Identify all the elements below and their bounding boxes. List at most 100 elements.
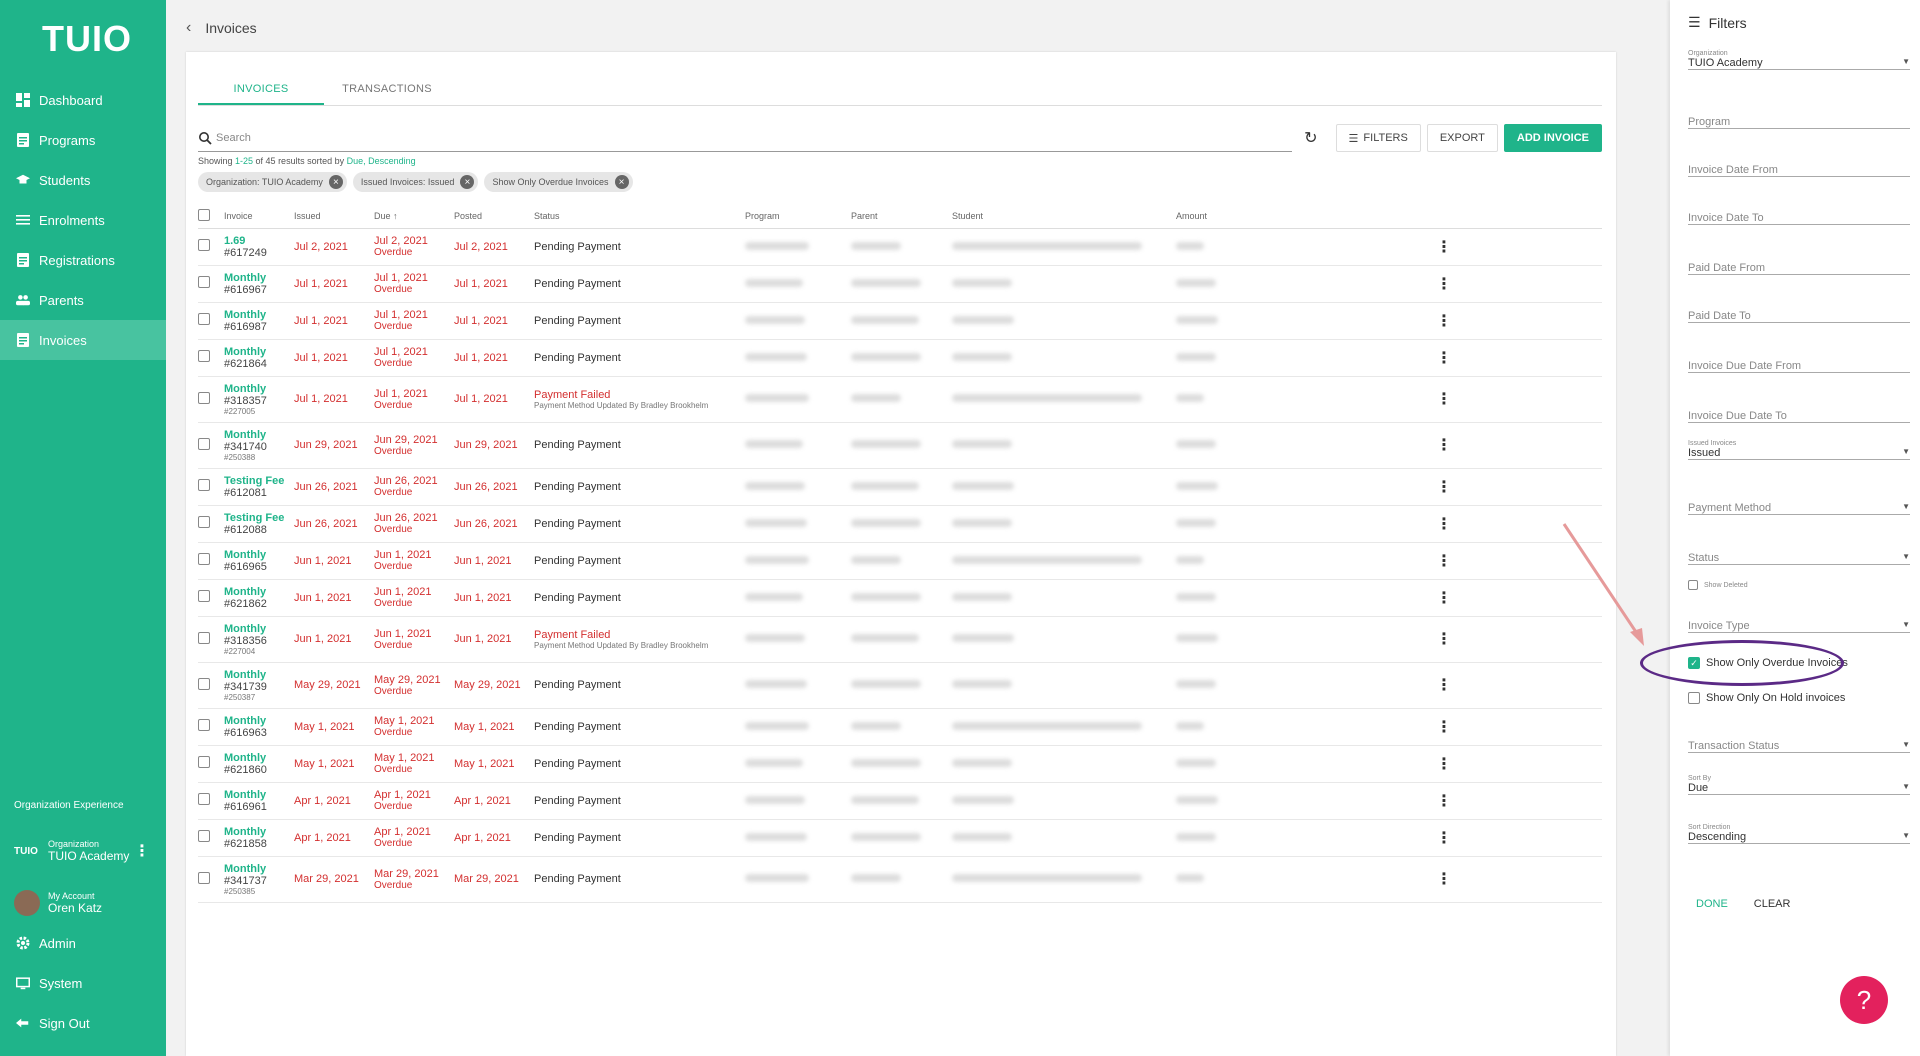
org-menu-icon[interactable]: ⋮	[134, 841, 150, 861]
invoice-type[interactable]: Monthly	[224, 623, 294, 635]
invoice-cell[interactable]: Testing Fee #612088	[224, 505, 294, 543]
due-date-to-field[interactable]: Invoice Due Date To	[1688, 410, 1910, 423]
export-button[interactable]: EXPORT	[1426, 124, 1498, 152]
show-on-hold-toggle[interactable]: Show Only On Hold invoices	[1688, 692, 1845, 704]
row-menu-icon[interactable]: ⋮	[1436, 276, 1452, 293]
row-menu-icon[interactable]: ⋮	[1436, 437, 1452, 454]
tab-transactions[interactable]: TRANSACTIONS	[324, 70, 450, 105]
paid-date-from-field[interactable]: Paid Date From	[1688, 262, 1910, 275]
row-menu-icon[interactable]: ⋮	[1436, 756, 1452, 773]
invoice-type[interactable]: Monthly	[224, 669, 294, 681]
row-checkbox[interactable]	[198, 830, 210, 842]
refresh-icon[interactable]: ↻	[1304, 128, 1317, 148]
row-menu-icon[interactable]: ⋮	[1436, 677, 1452, 694]
row-checkbox[interactable]	[198, 553, 210, 565]
invoice-type[interactable]: Monthly	[224, 715, 294, 727]
invoice-cell[interactable]: Monthly #621858	[224, 819, 294, 857]
sidebar-item-enrolments[interactable]: Enrolments	[0, 200, 166, 240]
invoice-cell[interactable]: Monthly #621864	[224, 339, 294, 377]
invoice-type[interactable]: Testing Fee	[224, 512, 294, 524]
row-checkbox[interactable]	[198, 239, 210, 251]
table-row[interactable]: Monthly #341739 #250387 May 29, 2021 May 29,…	[198, 662, 1602, 709]
invoice-cell[interactable]: Monthly #616967	[224, 265, 294, 303]
paid-date-to-field[interactable]: Paid Date To	[1688, 310, 1910, 323]
row-checkbox[interactable]	[198, 756, 210, 768]
invoice-cell[interactable]: Monthly #616965	[224, 542, 294, 580]
table-row[interactable]: Monthly #341740 #250388 Jun 29, 2021 Jun 29,…	[198, 422, 1602, 469]
col-posted[interactable]: Posted	[454, 204, 534, 229]
sidebar-item-programs[interactable]: Programs	[0, 120, 166, 160]
sidebar-item-invoices[interactable]: Invoices	[0, 320, 166, 360]
col-invoice[interactable]: Invoice	[224, 204, 294, 229]
row-menu-icon[interactable]: ⋮	[1436, 553, 1452, 570]
sidebar-item-parents[interactable]: Parents	[0, 280, 166, 320]
row-checkbox[interactable]	[198, 677, 210, 690]
row-checkbox[interactable]	[198, 719, 210, 731]
invoice-cell[interactable]: Monthly #318357 #227005	[224, 376, 294, 423]
invoice-type[interactable]: Monthly	[224, 586, 294, 598]
table-row[interactable]: Monthly #621858 Apr 1, 2021 Apr 1, 2021 Over…	[198, 819, 1602, 857]
organization-select[interactable]: Organization TUIO Academy ▼	[1688, 50, 1910, 70]
show-deleted-checkbox[interactable]	[1688, 580, 1698, 590]
invoice-type[interactable]: Monthly	[224, 826, 294, 838]
table-row[interactable]: Monthly #341737 #250385 Mar 29, 2021 Mar 29,…	[198, 856, 1602, 903]
invoice-cell[interactable]: Monthly #341739 #250387	[224, 662, 294, 709]
invoice-cell[interactable]: Monthly #318356 #227004	[224, 616, 294, 663]
org-switcher[interactable]: TUIO Organization TUIO Academy ⋮	[0, 829, 166, 873]
invoice-type[interactable]: Monthly	[224, 346, 294, 358]
remove-chip-icon[interactable]: ×	[460, 175, 475, 189]
invoice-date-from-field[interactable]: Invoice Date From	[1688, 164, 1910, 177]
invoice-cell[interactable]: Monthly #616961	[224, 782, 294, 820]
table-row[interactable]: Monthly #621864 Jul 1, 2021 Jul 1, 2021 Over…	[198, 339, 1602, 377]
table-row[interactable]: Monthly #616987 Jul 1, 2021 Jul 1, 2021 Over…	[198, 302, 1602, 340]
invoice-cell[interactable]: Monthly #341737 #250385	[224, 856, 294, 903]
invoice-type[interactable]: Testing Fee	[224, 475, 294, 487]
done-button[interactable]: DONE	[1696, 898, 1728, 910]
table-row[interactable]: Testing Fee #612088 Jun 26, 2021 Jun 26, 20…	[198, 505, 1602, 543]
invoice-type[interactable]: Monthly	[224, 309, 294, 321]
invoice-type-select[interactable]: Invoice Type ▼	[1688, 620, 1910, 633]
row-checkbox[interactable]	[198, 590, 210, 602]
row-checkbox[interactable]	[198, 437, 210, 450]
issued-invoices-select[interactable]: Issued Invoices Issued ▼	[1688, 440, 1910, 460]
row-menu-icon[interactable]: ⋮	[1436, 830, 1452, 847]
col-due[interactable]: Due ↑	[374, 204, 454, 229]
table-row[interactable]: Monthly #621860 May 1, 2021 May 1, 2021 Over…	[198, 745, 1602, 783]
row-menu-icon[interactable]: ⋮	[1436, 479, 1452, 496]
row-menu-icon[interactable]: ⋮	[1436, 391, 1452, 408]
invoice-type[interactable]: Monthly	[224, 549, 294, 561]
row-menu-icon[interactable]: ⋮	[1436, 871, 1452, 888]
remove-chip-icon[interactable]: ×	[614, 175, 629, 189]
invoice-type[interactable]: Monthly	[224, 272, 294, 284]
my-account[interactable]: My Account Oren Katz	[0, 881, 166, 925]
invoice-cell[interactable]: Monthly #621860	[224, 745, 294, 783]
table-row[interactable]: Monthly #616961 Apr 1, 2021 Apr 1, 2021 Over…	[198, 782, 1602, 820]
col-issued[interactable]: Issued	[294, 204, 374, 229]
invoice-type[interactable]: Monthly	[224, 383, 294, 395]
col-parent[interactable]: Parent	[851, 204, 952, 229]
row-checkbox[interactable]	[198, 631, 210, 644]
table-row[interactable]: Monthly #616965 Jun 1, 2021 Jun 1, 2021 Over…	[198, 542, 1602, 580]
row-menu-icon[interactable]: ⋮	[1436, 516, 1452, 533]
program-field[interactable]: Program	[1688, 116, 1910, 129]
filters-button[interactable]: ☰ FILTERS	[1335, 124, 1421, 152]
payment-method-select[interactable]: Payment Method ▼	[1688, 502, 1910, 515]
invoice-date-to-field[interactable]: Invoice Date To	[1688, 212, 1910, 225]
remove-chip-icon[interactable]: ×	[328, 175, 343, 189]
row-checkbox[interactable]	[198, 516, 210, 528]
sidebar-bottom-item-sign-out[interactable]: Sign Out	[0, 1003, 166, 1043]
col-status[interactable]: Status	[534, 204, 745, 229]
col-amount[interactable]: Amount	[1176, 204, 1286, 229]
row-checkbox[interactable]	[198, 276, 210, 288]
invoice-type[interactable]: Monthly	[224, 789, 294, 801]
sidebar-item-registrations[interactable]: Registrations	[0, 240, 166, 280]
row-checkbox[interactable]	[198, 793, 210, 805]
row-checkbox[interactable]	[198, 479, 210, 491]
col-program[interactable]: Program	[745, 204, 851, 229]
help-button[interactable]: ?	[1840, 976, 1888, 1024]
invoice-cell[interactable]: Monthly #616987	[224, 302, 294, 340]
back-arrow-icon[interactable]: ‹	[186, 19, 191, 37]
invoice-cell[interactable]: Testing Fee #612081	[224, 468, 294, 506]
sidebar-bottom-item-system[interactable]: System	[0, 963, 166, 1003]
invoice-cell[interactable]: Monthly #616963	[224, 708, 294, 746]
